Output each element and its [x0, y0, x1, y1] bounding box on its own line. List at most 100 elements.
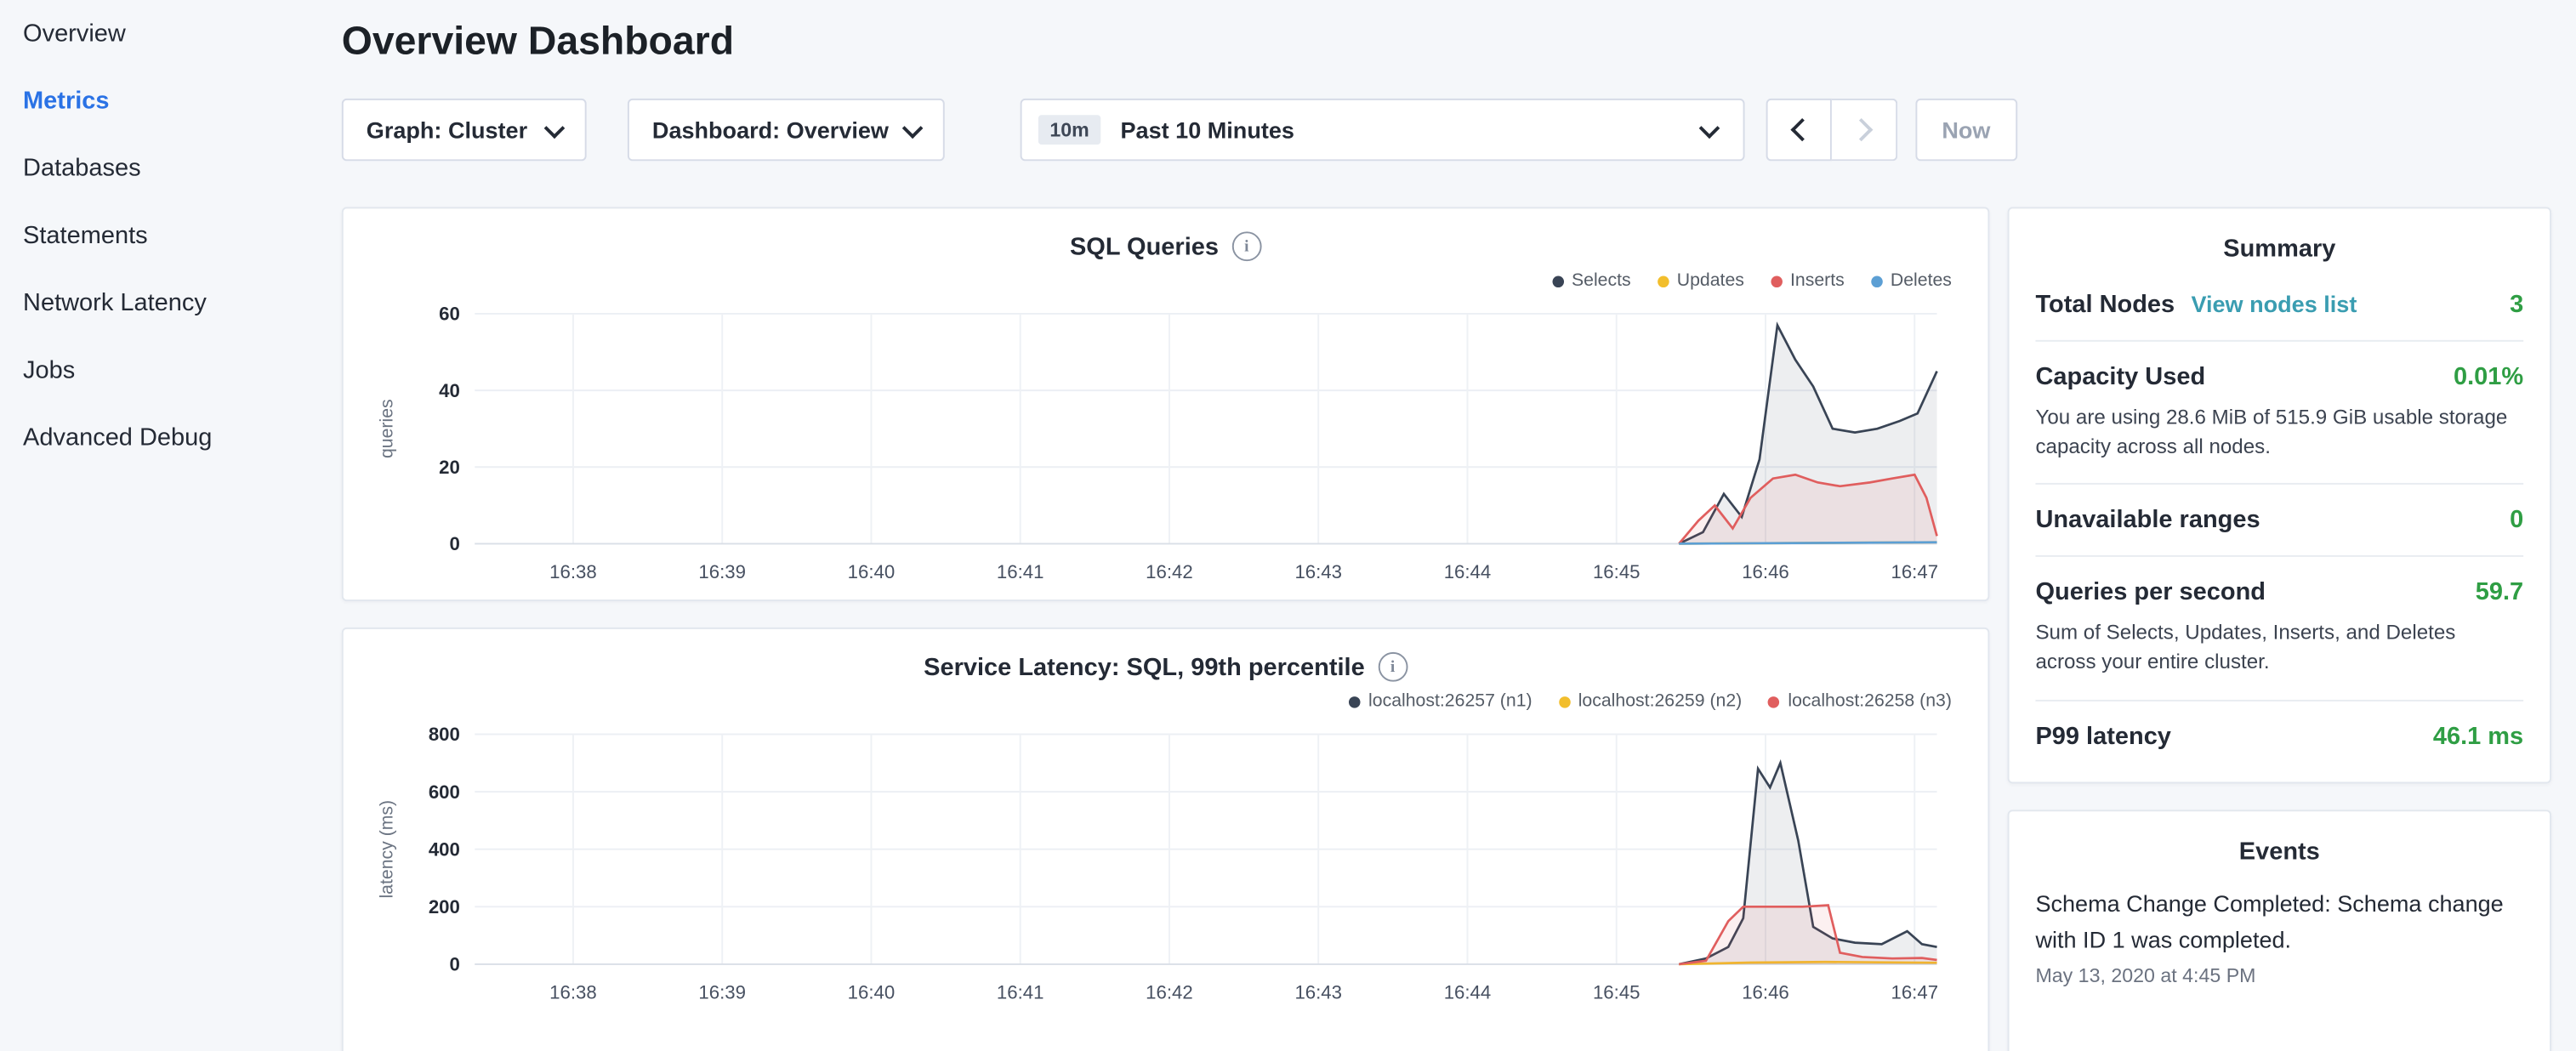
service-latency-chart: 020040060080016:3816:3916:4016:4116:4216… — [370, 718, 1962, 1021]
svg-text:200: 200 — [429, 896, 460, 917]
event-item[interactable]: Schema Change Completed: Schema change w… — [2035, 884, 2523, 987]
chevron-left-icon — [1790, 118, 1813, 141]
summary-row: P99 latency46.1 ms — [2035, 699, 2523, 771]
graph-dropdown-label: Graph: Cluster — [367, 116, 527, 143]
legend-label: Updates — [1677, 271, 1744, 291]
svg-text:0: 0 — [450, 954, 460, 975]
legend-dot-icon — [1349, 696, 1361, 707]
chart-title-row: SQL Queries i — [370, 229, 1962, 264]
sidebar: OverviewMetricsDatabasesStatementsNetwor… — [0, 0, 321, 1051]
svg-text:400: 400 — [429, 838, 460, 860]
sidebar-item-databases[interactable]: Databases — [23, 134, 321, 202]
right-column: Summary Total NodesView nodes list3Capac… — [2008, 207, 2551, 1051]
legend-label: Inserts — [1790, 271, 1845, 291]
info-icon[interactable]: i — [1231, 231, 1261, 261]
time-range-dropdown[interactable]: 10m Past 10 Minutes — [1021, 99, 1745, 161]
chart-title: Service Latency: SQL, 99th percentile — [924, 653, 1365, 681]
chart-title-row: Service Latency: SQL, 99th percentile i — [370, 649, 1962, 685]
sidebar-item-overview[interactable]: Overview — [23, 0, 321, 67]
time-forward-button[interactable] — [1832, 99, 1897, 161]
svg-text:16:43: 16:43 — [1294, 982, 1342, 1003]
events-title: Events — [2035, 837, 2523, 865]
svg-text:0: 0 — [450, 533, 460, 554]
svg-text:16:40: 16:40 — [848, 982, 896, 1003]
sidebar-item-statements[interactable]: Statements — [23, 202, 321, 270]
legend-label: localhost:26259 (n2) — [1578, 691, 1743, 711]
svg-text:16:41: 16:41 — [997, 982, 1044, 1003]
svg-text:16:46: 16:46 — [1742, 561, 1789, 582]
now-button[interactable]: Now — [1915, 99, 2016, 161]
summary-row: Unavailable ranges 0 — [2035, 483, 2523, 555]
legend-item[interactable]: localhost:26258 (n3) — [1768, 691, 1952, 711]
svg-text:16:38: 16:38 — [549, 982, 597, 1003]
summary-label: Unavailable ranges — [2035, 506, 2260, 534]
svg-text:16:45: 16:45 — [1593, 982, 1641, 1003]
svg-text:40: 40 — [439, 380, 460, 401]
dashboard-dropdown[interactable]: Dashboard: Overview — [628, 99, 945, 161]
svg-text:800: 800 — [429, 724, 460, 745]
chart-svg: 020040060080016:3816:3916:4016:4116:4216… — [370, 718, 1960, 1014]
svg-text:16:38: 16:38 — [549, 561, 597, 582]
summary-rows: Total NodesView nodes list3Capacity Used… — [2035, 270, 2523, 771]
sql-queries-chart: 020406016:3816:3916:4016:4116:4216:4316:… — [370, 298, 1962, 601]
svg-text:16:39: 16:39 — [698, 561, 746, 582]
main-content: Overview Dashboard Graph: Cluster Dashbo… — [321, 0, 2576, 1051]
legend-dot-icon — [1871, 276, 1883, 287]
summary-value: 0 — [2510, 506, 2523, 534]
legend-dot-icon — [1552, 276, 1564, 287]
svg-text:16:44: 16:44 — [1444, 982, 1492, 1003]
chevron-down-icon — [544, 117, 566, 139]
sidebar-item-metrics[interactable]: Metrics — [23, 67, 321, 134]
legend-item[interactable]: localhost:26259 (n2) — [1559, 691, 1743, 711]
svg-text:600: 600 — [429, 781, 460, 803]
view-nodes-list-link[interactable]: View nodes list — [2191, 291, 2357, 317]
events-panel: Events Schema Change Completed: Schema c… — [2008, 809, 2551, 1051]
svg-text:60: 60 — [439, 304, 460, 325]
summary-title: Summary — [2035, 235, 2523, 263]
event-timestamp: May 13, 2020 at 4:45 PM — [2035, 964, 2523, 987]
summary-value: 46.1 ms — [2433, 722, 2523, 750]
controls-bar: Graph: Cluster Dashboard: Overview 10m P… — [342, 99, 2551, 161]
svg-text:16:44: 16:44 — [1444, 561, 1492, 582]
summary-value: 0.01% — [2454, 363, 2523, 391]
chart-legend: localhost:26257 (n1) localhost:26259 (n2)… — [370, 688, 1952, 714]
legend-dot-icon — [1658, 276, 1669, 287]
dashboard-dropdown-label: Dashboard: Overview — [652, 116, 889, 143]
legend-dot-icon — [1768, 696, 1780, 707]
legend-item[interactable]: Deletes — [1871, 271, 1952, 291]
summary-row: Capacity Used0.01%You are using 28.6 MiB… — [2035, 340, 2523, 484]
summary-label: Queries per second — [2035, 578, 2266, 606]
summary-row: Total NodesView nodes list3 — [2035, 270, 2523, 340]
legend-dot-icon — [1771, 276, 1783, 287]
svg-text:queries: queries — [377, 399, 397, 458]
page-title: Overview Dashboard — [342, 20, 2551, 65]
legend-item[interactable]: Inserts — [1771, 271, 1845, 291]
info-icon[interactable]: i — [1378, 652, 1407, 682]
content-row: SQL Queries i Selects Updates Inserts Delet… — [342, 207, 2551, 1051]
graph-dropdown[interactable]: Graph: Cluster — [342, 99, 587, 161]
summary-value: 59.7 — [2476, 578, 2523, 606]
time-back-button[interactable] — [1766, 99, 1832, 161]
legend-label: Selects — [1572, 271, 1631, 291]
summary-description: Sum of Selects, Updates, Inserts, and De… — [2035, 618, 2523, 678]
summary-row: Queries per second 59.7 Sum of Selects, Up… — [2035, 555, 2523, 699]
svg-text:16:46: 16:46 — [1742, 982, 1789, 1003]
svg-text:16:43: 16:43 — [1294, 561, 1342, 582]
chevron-down-icon — [1699, 117, 1720, 139]
time-pager — [1766, 99, 1898, 161]
sidebar-item-advanced-debug[interactable]: Advanced Debug — [23, 404, 321, 471]
svg-text:latency (ms): latency (ms) — [377, 800, 397, 899]
event-text: Schema Change Completed: Schema change w… — [2035, 884, 2523, 958]
legend-item[interactable]: Selects — [1552, 271, 1631, 291]
sidebar-item-jobs[interactable]: Jobs — [23, 337, 321, 404]
chevron-down-icon — [902, 117, 924, 139]
app-root: OverviewMetricsDatabasesStatementsNetwor… — [0, 0, 2576, 1051]
summary-description: You are using 28.6 MiB of 515.9 GiB usab… — [2035, 402, 2523, 462]
legend-item[interactable]: Updates — [1658, 271, 1744, 291]
svg-text:20: 20 — [439, 457, 460, 478]
legend-item[interactable]: localhost:26257 (n1) — [1349, 691, 1533, 711]
chevron-right-icon — [1850, 118, 1873, 141]
legend-label: localhost:26257 (n1) — [1368, 691, 1533, 711]
sidebar-item-network-latency[interactable]: Network Latency — [23, 270, 321, 337]
svg-text:16:39: 16:39 — [698, 982, 746, 1003]
